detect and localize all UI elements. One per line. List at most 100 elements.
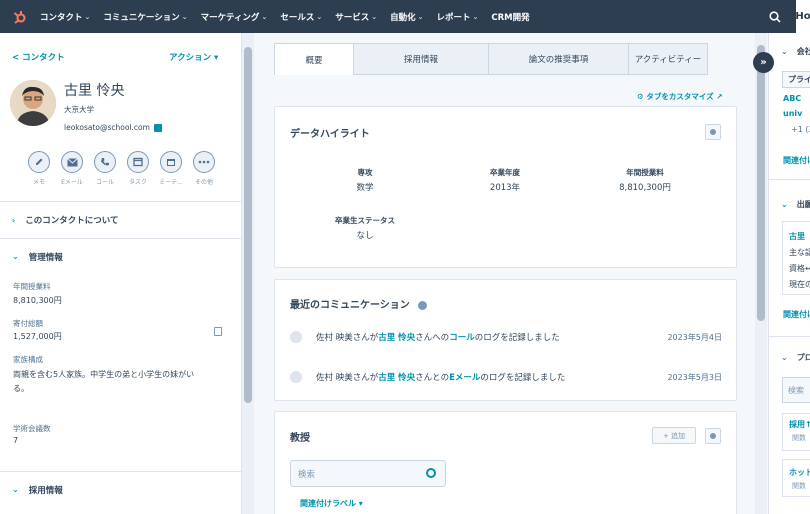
comms-title-text: 最近のコミュニケーション — [290, 300, 410, 311]
conferences-value[interactable]: 7 — [13, 436, 18, 445]
about-section-title: このコンタクトについて — [25, 216, 119, 226]
task-action-label: タスク — [128, 179, 147, 186]
contact-link[interactable]: 古里 怜央 — [378, 333, 415, 343]
third-section-header[interactable]: ⌄プロ — [781, 352, 810, 363]
professor-search-input[interactable]: 検索 — [290, 460, 446, 487]
list-item[interactable]: 佐村 映美さんが古里 怜央さんへのコールのログを記録しました 2023年5月4日 — [290, 325, 722, 349]
chevron-down-icon: ⌄ — [261, 12, 268, 21]
applications-assoc-link[interactable]: 関連付け — [783, 309, 810, 320]
more-action-label: その他 — [194, 179, 213, 186]
right-card-1-link[interactable]: 採用↑ — [789, 419, 810, 430]
chevron-down-icon: ⌄ — [371, 12, 378, 21]
expand-sidebar-button[interactable]: » — [753, 52, 774, 73]
activity-date: 2023年5月4日 — [667, 332, 722, 342]
recent-comms-card: 最近のコミュニケーション 佐村 映美さんが古里 怜央さんへのコールのログを記録し… — [274, 279, 737, 401]
chevron-down-icon: ⌄ — [472, 12, 479, 21]
contact-sidebar: < コンタクト アクション ▾ 古里 怜央 大京大学 leokosato@sch… — [0, 33, 242, 514]
tab-overview[interactable]: 概要 — [274, 43, 354, 75]
back-to-contacts-link[interactable]: < コンタクト — [12, 51, 65, 63]
note-action[interactable]: メモ — [27, 151, 51, 186]
sidebar-scrollbar-thumb[interactable] — [244, 47, 252, 403]
contact-name[interactable]: 古里 怜央 — [64, 80, 124, 100]
professor-title: 教授 — [290, 433, 310, 444]
task-icon — [127, 151, 149, 173]
activity-text: 佐村 映美さんが古里 怜央さんとのEメールのログを記録しました — [316, 373, 566, 383]
companies-assoc-link[interactable]: 関連付け — [783, 155, 810, 166]
sidebar-scrollbar[interactable] — [242, 33, 254, 514]
nav-reports[interactable]: レポート ⌄ — [436, 11, 478, 23]
activity-type-link[interactable]: Eメール — [449, 373, 480, 383]
company-link-2[interactable]: univ — [783, 109, 802, 118]
call-action[interactable]: コール — [93, 151, 117, 186]
admin-section-title: 管理情報 — [28, 252, 63, 263]
main-scrollbar-thumb[interactable] — [757, 45, 765, 321]
more-action[interactable]: その他 — [192, 151, 216, 186]
tuition-value[interactable]: 8,810,300円 — [13, 295, 62, 306]
highlights-title: データハイライト — [290, 129, 370, 140]
companies-section-header[interactable]: ⌄会社 — [781, 46, 810, 57]
tuition-hl-label: 年間授業料 — [626, 168, 664, 177]
tab-thesis-recommendations[interactable]: 論文の推奨事項 — [489, 43, 629, 75]
avatar[interactable] — [10, 80, 56, 126]
donation-label: 寄付総額 — [13, 319, 43, 328]
conferences-label: 学術会議数 — [13, 424, 51, 433]
meeting-action[interactable]: ミーテ... — [159, 151, 183, 186]
nav-service[interactable]: サービス ⌄ — [335, 11, 377, 23]
right-search-input[interactable]: 検索 — [782, 377, 810, 403]
hubspot-logo-icon[interactable] — [0, 0, 40, 33]
calendar-icon — [160, 151, 182, 173]
tab-recruiting[interactable]: 採用情報 — [354, 43, 489, 75]
top-nav: コンタクト ⌄ コミュニケーション ⌄ マーケティング ⌄ セールス ⌄ サービス ⌄ 自… — [0, 0, 810, 33]
activity-text: 佐村 映美さんが古里 怜央さんへのコールのログを記録しました — [316, 333, 560, 343]
nav-crm-dev[interactable]: CRM開発 — [491, 11, 529, 23]
copy-icon[interactable] — [153, 123, 162, 132]
contact-link[interactable]: 古里 怜央 — [378, 373, 415, 383]
nav-conversations[interactable]: コミュニケーション ⌄ — [103, 11, 187, 23]
application-line-3: 現在の — [789, 280, 810, 289]
nav-sales[interactable]: セールス ⌄ — [280, 11, 322, 23]
chevron-down-icon: ⌄ — [316, 12, 323, 21]
company-link[interactable]: ABC — [783, 94, 801, 103]
envelope-icon — [61, 151, 83, 173]
application-line-2: 資格↔ — [789, 264, 810, 273]
application-line-1: 主な認 — [789, 248, 810, 257]
history-icon[interactable] — [214, 327, 222, 336]
task-action[interactable]: タスク — [126, 151, 150, 186]
family-value[interactable]: 両親を含む5人家族。中学生の弟と小学生の妹がいる。 — [13, 368, 208, 396]
main-scrollbar[interactable] — [755, 33, 767, 514]
chevron-down-icon: ⌄ — [417, 12, 424, 21]
account-menu-button[interactable]: Ho — [795, 0, 810, 33]
chevron-down-icon: ⌄ — [181, 12, 188, 21]
primary-tag: プライ — [782, 71, 810, 88]
right-card-2-link[interactable]: ホット — [789, 467, 810, 478]
customize-tabs-link[interactable]: ⚙ タブをカスタマイズ ↗ — [637, 91, 723, 102]
application-link[interactable]: 古里 — [789, 231, 805, 242]
alumni-status-label: 卒業生ステータス — [335, 216, 395, 225]
tab-activity[interactable]: アクティビティー — [629, 43, 708, 75]
applications-section-header[interactable]: ⌄出願 — [781, 199, 810, 210]
add-professor-button[interactable]: + 追加 — [652, 427, 696, 444]
quick-actions: メモ Eメール コール タスク ミーテ... その他 — [27, 151, 216, 186]
about-section-header[interactable]: › このコンタクトについて — [0, 201, 241, 238]
nav-marketing[interactable]: マーケティング ⌄ — [201, 11, 268, 23]
info-icon[interactable] — [418, 300, 428, 310]
settings-icon[interactable] — [705, 428, 721, 444]
professor-card: 教授 + 追加 検索 関連付けラベル ▾ — [274, 411, 737, 514]
chevron-right-icon: › — [12, 215, 16, 225]
email-action[interactable]: Eメール — [60, 151, 84, 186]
nav-contacts[interactable]: コンタクト ⌄ — [40, 11, 90, 23]
search-icon[interactable] — [766, 8, 784, 26]
activity-type-link[interactable]: コール — [449, 333, 475, 343]
call-action-label: コール — [95, 179, 114, 186]
search-placeholder: 検索 — [298, 469, 316, 480]
admin-section-header[interactable]: ⌄ 管理情報 — [0, 238, 241, 274]
nav-automation[interactable]: 自動化 ⌄ — [390, 11, 423, 23]
settings-icon[interactable] — [705, 124, 721, 140]
list-item[interactable]: 佐村 映美さんが古里 怜央さんとのEメールのログを記録しました 2023年5月3… — [290, 365, 722, 389]
actions-dropdown[interactable]: アクション ▾ — [169, 51, 218, 63]
recruit-section-header[interactable]: ⌄ 採用情報 — [0, 471, 241, 507]
association-label-dropdown[interactable]: 関連付けラベル ▾ — [300, 498, 363, 509]
recruit-section-title: 採用情報 — [28, 485, 63, 496]
tuition-hl-value: 8,810,300円 — [619, 183, 671, 193]
donation-value[interactable]: 1,527,000円 — [13, 331, 62, 342]
